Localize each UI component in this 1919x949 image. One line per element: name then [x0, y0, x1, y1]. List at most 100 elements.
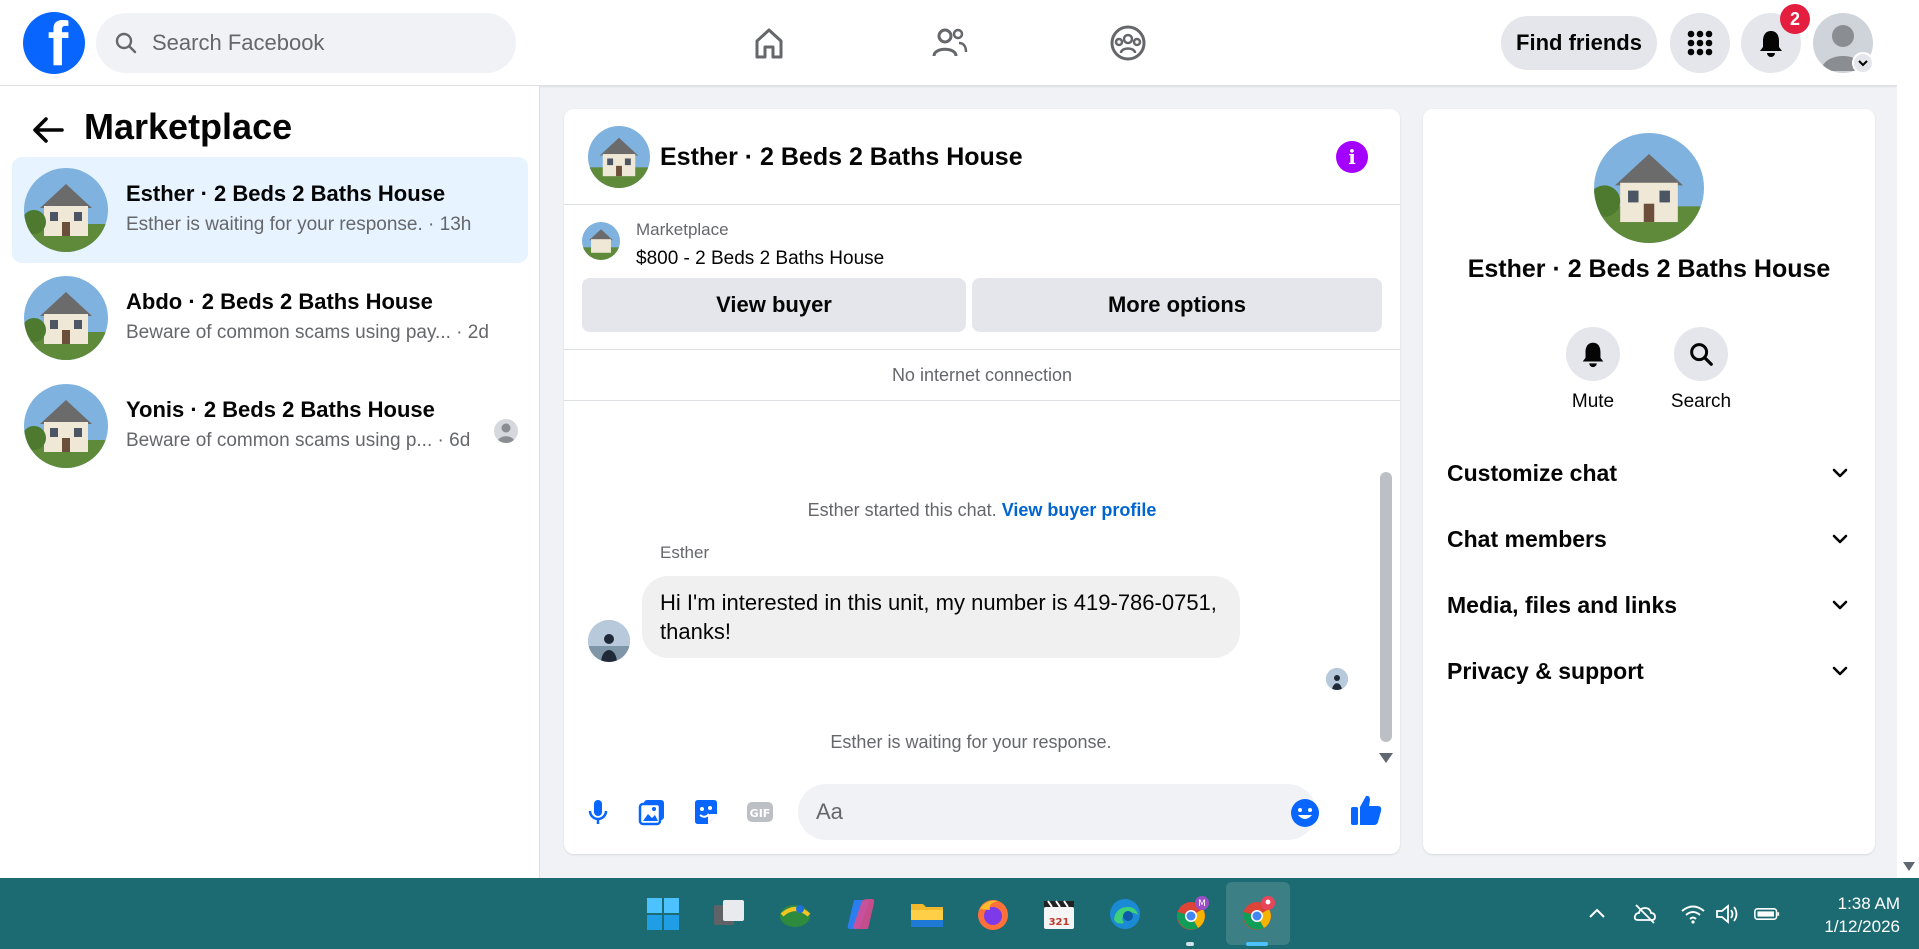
waiting-notice: Esther is waiting for your response. [830, 732, 1112, 752]
started-text: Esther started this chat. [807, 500, 997, 520]
chat-header: Esther · 2 Beds 2 Baths House i [564, 109, 1400, 205]
section-label: Media, files and links [1447, 591, 1678, 618]
scroll-down-arrow-icon[interactable] [1379, 753, 1393, 763]
back-arrow-icon[interactable] [28, 110, 68, 150]
conversation-snippet: Beware of common scams using pay... · 2d [126, 322, 489, 343]
wifi-icon[interactable] [1680, 901, 1706, 927]
details-title: Esther · 2 Beds 2 Baths House [1467, 255, 1831, 283]
groups-icon[interactable] [1103, 18, 1153, 68]
home-icon[interactable] [744, 18, 794, 68]
mute-action[interactable]: Mute [1553, 327, 1633, 413]
battery-icon[interactable] [1754, 901, 1780, 927]
message-thread: Esther started this chat. View buyer pro… [564, 402, 1400, 774]
seen-avatar-icon [494, 419, 518, 443]
chat-avatar-large [1594, 133, 1704, 243]
message-input[interactable] [798, 784, 1316, 840]
conversation-name: Abdo · 2 Beds 2 Baths House [126, 289, 433, 314]
clock-time: 1:38 AM [1837, 894, 1900, 913]
svg-text:GIF: GIF [750, 807, 771, 820]
running-indicator [1186, 942, 1194, 946]
section-label: Customize chat [1447, 459, 1617, 486]
sticker-icon[interactable] [688, 794, 724, 830]
chevron-down-icon [1832, 534, 1848, 544]
listing-thumbnail [24, 168, 108, 252]
bell-icon [1760, 31, 1782, 57]
active-indicator [1246, 942, 1268, 946]
file-explorer-icon[interactable] [906, 893, 948, 935]
notification-badge: 2 [1780, 4, 1810, 34]
message-composer: GIF [564, 774, 1400, 854]
page-title: Marketplace [84, 106, 293, 147]
scrollbar-thumb[interactable] [1380, 472, 1392, 742]
facebook-logo[interactable]: f [23, 12, 85, 74]
chevron-down-icon[interactable] [1852, 52, 1874, 74]
menu-grid-button[interactable] [1670, 13, 1730, 73]
conversation-snippet: Esther is waiting for your response. · 1… [126, 214, 472, 235]
conversation-item[interactable]: Yonis · 2 Beds 2 Baths House Beware of c… [12, 373, 528, 479]
listing-thumbnail [24, 276, 108, 360]
chat-thumbnail[interactable] [588, 126, 650, 188]
volume-icon[interactable] [1714, 901, 1740, 927]
view-buyer-button[interactable]: View buyer [582, 278, 966, 332]
chevron-down-icon [1832, 666, 1848, 676]
info-icon[interactable]: i [1336, 141, 1368, 173]
view-buyer-profile-link[interactable]: View buyer profile [1002, 500, 1157, 520]
mute-label: Mute [1571, 391, 1615, 412]
conversation-item[interactable]: Esther · 2 Beds 2 Baths House Esther is … [12, 157, 528, 263]
task-view-icon[interactable] [708, 893, 750, 935]
media-files-links-section[interactable]: Media, files and links [1447, 579, 1851, 631]
chevron-down-icon [1832, 600, 1848, 610]
section-label: Chat members [1447, 525, 1607, 552]
grid-icon [1687, 30, 1713, 56]
svg-text:321: 321 [1049, 917, 1070, 928]
listing-thumbnail [24, 384, 108, 468]
chrome-profile-icon[interactable]: M [1170, 893, 1212, 935]
photo-icon[interactable] [634, 794, 670, 830]
conversation-item[interactable]: Abdo · 2 Beds 2 Baths House Beware of co… [12, 265, 528, 371]
conversation-name: Yonis · 2 Beds 2 Baths House [126, 397, 435, 422]
chevron-up-icon[interactable] [1584, 901, 1610, 927]
chat-title[interactable]: Esther · 2 Beds 2 Baths House [660, 143, 1023, 172]
more-options-button[interactable]: More options [972, 278, 1382, 332]
gif-icon[interactable]: GIF [742, 794, 778, 830]
bell-icon[interactable] [1566, 327, 1620, 381]
edge-icon[interactable] [1104, 893, 1146, 935]
chat-members-section[interactable]: Chat members [1447, 513, 1851, 565]
thumbs-up-icon[interactable] [1348, 792, 1384, 828]
privacy-support-section[interactable]: Privacy & support [1447, 645, 1851, 697]
page-scrollbar[interactable] [1897, 0, 1919, 878]
search-icon[interactable] [1674, 327, 1728, 381]
globe-app-icon[interactable] [774, 893, 816, 935]
top-navigation-bar: f Find friends 2 [0, 0, 1897, 86]
customize-chat-section[interactable]: Customize chat [1447, 447, 1851, 499]
search-icon [115, 32, 137, 54]
marketplace-sidebar: Marketplace Esther · 2 Beds 2 Baths Hous… [0, 86, 540, 878]
search-action[interactable]: Search [1661, 327, 1741, 413]
find-friends-button[interactable]: Find friends [1501, 16, 1657, 70]
listing-price[interactable]: $800 - 2 Beds 2 Baths House [636, 248, 884, 270]
search-label: Search [1670, 391, 1732, 412]
logo-letter: f [47, 12, 69, 75]
message-bubble[interactable]: Hi I'm interested in this unit, my numbe… [642, 576, 1240, 658]
svg-text:M: M [1198, 899, 1206, 909]
listing-source: Marketplace [636, 220, 729, 239]
friends-icon[interactable] [924, 18, 974, 68]
system-clock[interactable]: 1:38 AM 1/12/2026 [1800, 892, 1900, 938]
firefox-icon[interactable] [972, 893, 1014, 935]
chat-details-panel: Esther · 2 Beds 2 Baths House Mute Searc… [1423, 109, 1875, 854]
chrome-active-icon[interactable] [1236, 893, 1278, 935]
sender-name: Esther [660, 543, 710, 562]
conversation-name: Esther · 2 Beds 2 Baths House [126, 181, 446, 206]
chevron-down-icon [1832, 468, 1848, 478]
cloud-off-icon[interactable] [1632, 901, 1658, 927]
search-input[interactable] [152, 30, 492, 56]
windows-start-icon[interactable] [642, 893, 684, 935]
clapper-app-icon[interactable]: 321 [1038, 893, 1080, 935]
scroll-down-arrow-icon[interactable] [1903, 862, 1915, 871]
copilot-icon[interactable] [840, 893, 882, 935]
search-box[interactable] [96, 13, 516, 73]
emoji-icon[interactable] [1290, 798, 1320, 828]
sender-avatar[interactable] [588, 620, 630, 662]
section-label: Privacy & support [1447, 657, 1644, 684]
microphone-icon[interactable] [580, 794, 616, 830]
